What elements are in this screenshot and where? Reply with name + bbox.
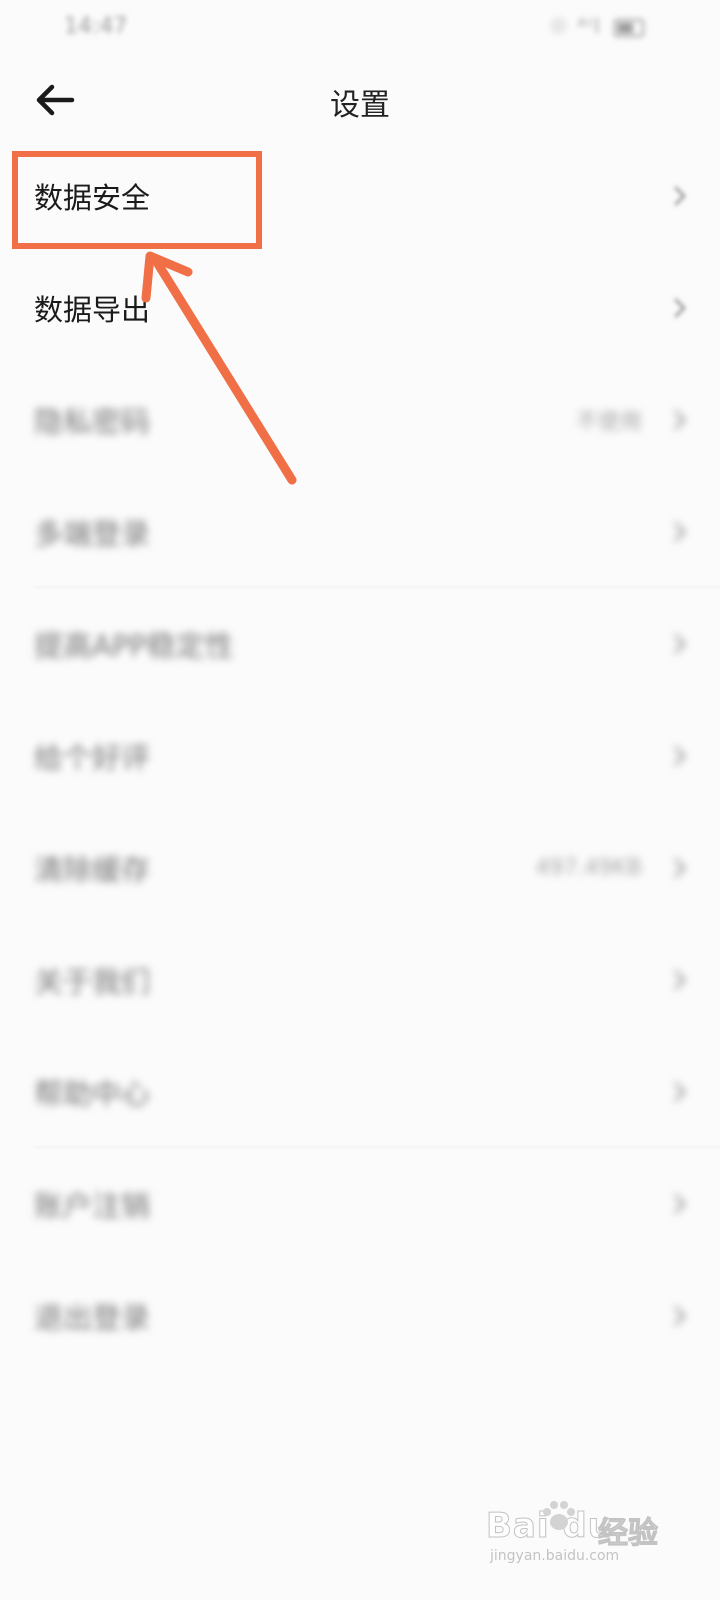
chevron-right-icon bbox=[674, 1194, 686, 1214]
settings-row-label: 提高APP稳定性 bbox=[34, 629, 234, 663]
settings-list: 数据安全数据导出隐私密码 不使用多端登录提高APP稳定性 给个好评清除缓存 497.4… bbox=[0, 140, 720, 1372]
settings-row-label: 退出登录 bbox=[34, 1301, 151, 1335]
settings-row[interactable]: 清除缓存 497.49KB bbox=[0, 812, 720, 924]
settings-row[interactable]: 账户注销 bbox=[0, 1148, 720, 1260]
settings-row-value: 497.49KB bbox=[535, 855, 643, 881]
status-icons: ☉ ᴬᴵl bbox=[549, 14, 644, 38]
chevron-right-icon bbox=[674, 410, 686, 430]
settings-row-label: 帮助中心 bbox=[34, 1077, 151, 1111]
settings-row[interactable]: 退出登录 bbox=[0, 1260, 720, 1372]
settings-row-label: 数据导出 bbox=[34, 293, 151, 327]
chevron-right-icon bbox=[674, 858, 686, 878]
paw-icon bbox=[543, 1501, 575, 1530]
chevron-right-icon bbox=[674, 186, 686, 206]
status-time: 14:47 bbox=[64, 14, 128, 39]
page-title: 设置 bbox=[330, 88, 390, 123]
signal-icons: ☉ ᴬᴵl bbox=[549, 14, 602, 38]
settings-row-label: 隐私密码 bbox=[34, 405, 151, 439]
chevron-right-icon bbox=[674, 1082, 686, 1102]
settings-row-label: 给个好评 bbox=[34, 741, 151, 775]
settings-row[interactable]: 关于我们 bbox=[0, 924, 720, 1036]
settings-row-label: 多端登录 bbox=[34, 517, 151, 551]
chevron-right-icon bbox=[674, 746, 686, 766]
status-bar: 14:47 ☉ ᴬᴵl bbox=[0, 0, 720, 52]
settings-row[interactable]: 数据导出 bbox=[0, 252, 720, 364]
chevron-right-icon bbox=[674, 522, 686, 542]
battery-level bbox=[618, 22, 633, 33]
chevron-right-icon bbox=[674, 634, 686, 654]
settings-row[interactable]: 多端登录 bbox=[0, 476, 720, 588]
settings-row[interactable]: 给个好评 bbox=[0, 700, 720, 812]
chevron-right-icon bbox=[674, 298, 686, 318]
chevron-right-icon bbox=[674, 970, 686, 990]
nav-bar: 设置 bbox=[0, 60, 720, 140]
chevron-right-icon bbox=[674, 1306, 686, 1326]
watermark-cn: 经验 bbox=[598, 1516, 659, 1552]
settings-row-value: 不使用 bbox=[575, 410, 642, 435]
settings-row-label: 账户注销 bbox=[34, 1189, 151, 1223]
watermark-url: jingyan.baidu.com bbox=[490, 1548, 620, 1564]
settings-row[interactable]: 数据安全 bbox=[0, 140, 720, 252]
settings-row[interactable]: 提高APP稳定性 bbox=[0, 588, 720, 700]
settings-row-label: 关于我们 bbox=[34, 965, 151, 999]
watermark: Bai du 经验 jingyan.baidu.com bbox=[486, 1500, 676, 1570]
settings-row-label: 清除缓存 bbox=[34, 853, 151, 887]
settings-row-label: 数据安全 bbox=[34, 181, 151, 215]
settings-row[interactable]: 帮助中心 bbox=[0, 1036, 720, 1148]
settings-row[interactable]: 隐私密码 不使用 bbox=[0, 364, 720, 476]
battery-icon bbox=[614, 18, 644, 37]
